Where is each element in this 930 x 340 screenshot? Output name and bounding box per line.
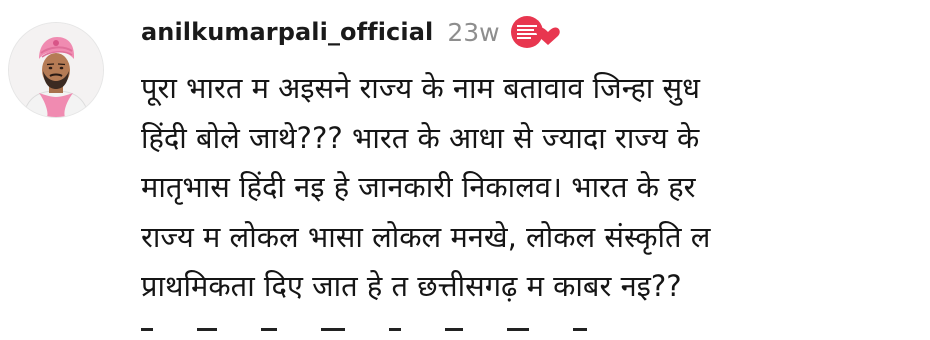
agency-badge	[510, 14, 560, 50]
username-link[interactable]: anilkumarpali_official	[141, 18, 433, 46]
avatar[interactable]	[8, 22, 104, 118]
comment-line: प्राथमिकता दिए जात हे त छत्तीसगढ़ म काबर…	[141, 269, 682, 303]
agency-logo-icon	[510, 16, 560, 48]
comment-line: पूरा भारत म अइसने राज्य के नाम बतावाव जि…	[141, 71, 700, 105]
timestamp[interactable]: 23w	[447, 18, 499, 47]
comment: anilkumarpali_official 23w पूरा भारत म अ…	[0, 0, 930, 340]
comment-line: मातृभास हिंदी नइ हे जानकारी निकालव। भारत…	[141, 170, 696, 204]
profile-photo	[9, 23, 103, 117]
clipped-next-line	[141, 328, 841, 340]
comment-body: पूरा भारत म अइसने राज्य के नाम बतावाव जि…	[141, 64, 921, 312]
comment-line: हिंदी बोले जाथे??? भारत के आधा से ज्यादा…	[141, 120, 700, 155]
comment-header: anilkumarpali_official 23w	[141, 12, 560, 52]
comment-line: राज्य म लोकल भासा लोकल मनखे, लोकल संस्कृ…	[141, 219, 711, 254]
